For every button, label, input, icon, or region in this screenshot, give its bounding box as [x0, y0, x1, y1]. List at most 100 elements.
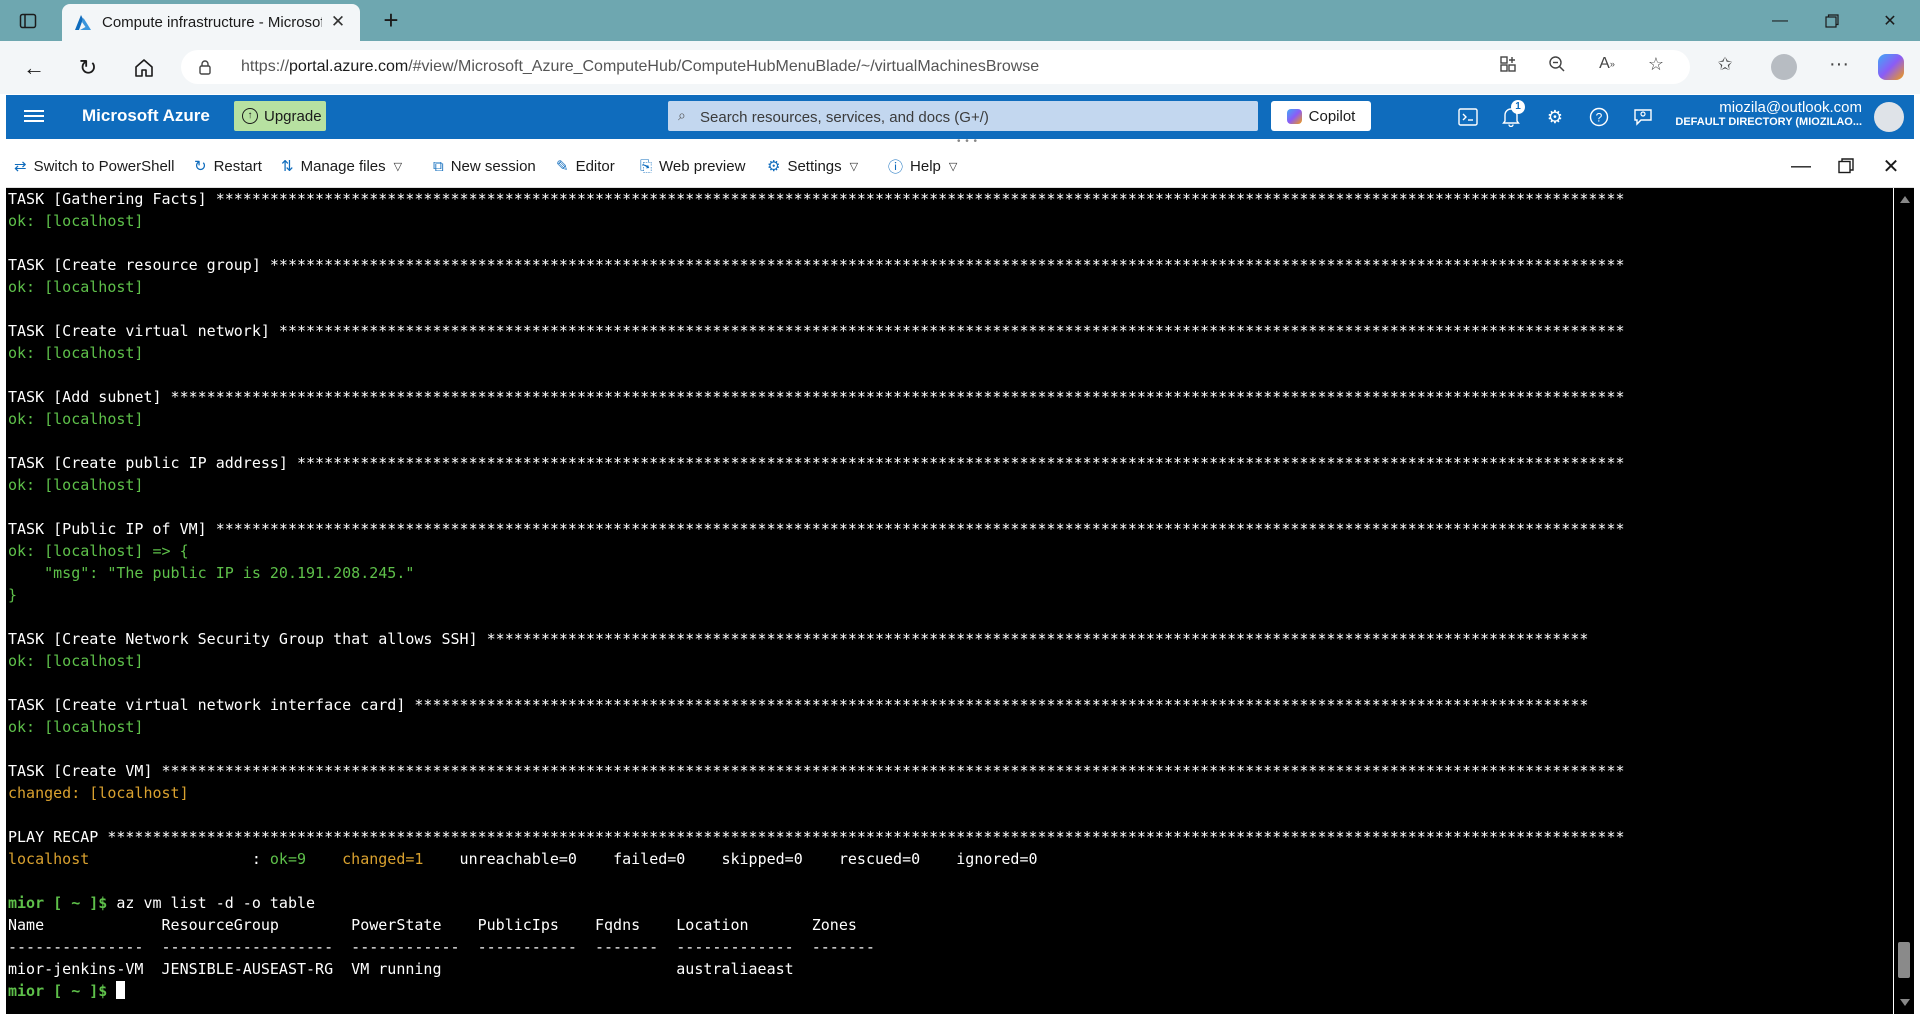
terminal-text: ok: [localhost] [8, 212, 144, 230]
terminal-text: TASK [Create virtual network interface c… [8, 696, 1589, 714]
minimize-window-icon[interactable]: — [1752, 0, 1808, 41]
favorites-icon[interactable]: ✩ [1711, 50, 1739, 78]
site-info-icon[interactable] [197, 59, 213, 80]
scroll-down-arrow-icon[interactable] [1900, 999, 1910, 1006]
account-info[interactable]: miozila@outlook.com DEFAULT DIRECTORY (M… [1675, 99, 1862, 128]
scroll-up-arrow-icon[interactable] [1900, 196, 1910, 203]
app-available-icon[interactable] [1494, 50, 1522, 78]
terminal-text: az vm list -d -o table [107, 894, 316, 912]
back-arrow-icon[interactable]: ← [18, 52, 50, 84]
terminal-text: TASK [Create resource group] ***********… [8, 256, 1625, 274]
global-search-input[interactable] [698, 101, 1252, 133]
feedback-icon[interactable] [1631, 105, 1655, 129]
terminal-line: ok: [localhost] [8, 650, 1892, 672]
help-button[interactable]: ⓘ Help ▽ [888, 155, 957, 177]
favorite-star-icon[interactable]: ☆ [1642, 50, 1670, 78]
new-tab-button[interactable]: + [376, 6, 406, 36]
switch-icon: ⇄ [14, 158, 27, 175]
new-session-label: New session [450, 157, 536, 175]
address-bar[interactable]: https://portal.azure.com/#view/Microsoft… [181, 50, 1690, 84]
terminal-line: TASK [Create VM] ***********************… [8, 760, 1892, 782]
tab-title: Compute infrastructure - Microsoft Azure [102, 14, 322, 31]
editor-button[interactable]: ✎ Editor [556, 155, 615, 177]
zoom-icon[interactable] [1543, 50, 1571, 78]
azure-portal-header: Microsoft Azure ↑ Upgrade ⌕ Copilot 1 ⚙ … [6, 95, 1914, 139]
terminal-text: unreachable=0 failed=0 skipped=0 rescued… [423, 850, 1038, 868]
terminal-line: TASK [Create virtual network interface c… [8, 694, 1892, 716]
terminal-text: TASK [Create virtual network] **********… [8, 322, 1625, 340]
terminal-line: ok: [localhost] [8, 342, 1892, 364]
terminal-text: mior-jenkins-VM JENSIBLE-AUSEAST-RG VM r… [8, 960, 794, 978]
terminal-scrollbar[interactable] [1894, 188, 1914, 1014]
search-icon: ⌕ [678, 107, 686, 123]
read-aloud-icon[interactable]: A» [1593, 50, 1621, 78]
terminal-text: TASK [Create public IP address] ********… [8, 454, 1625, 472]
restart-button[interactable]: ↻ Restart [194, 155, 262, 177]
upgrade-arrow-icon: ↑ [242, 108, 258, 124]
terminal-output[interactable]: TASK [Gathering Facts] *****************… [6, 188, 1893, 1014]
browser-tab-active[interactable]: Compute infrastructure - Microsoft Azure… [62, 4, 360, 41]
settings-button[interactable]: ⚙ Settings ▽ [767, 155, 858, 177]
terminal-text: ok: [localhost] [8, 652, 144, 670]
terminal-text: "msg": "The public IP is 20.191.208.245.… [8, 564, 415, 582]
terminal-line: ok: [localhost] [8, 716, 1892, 738]
terminal-cursor [116, 981, 126, 999]
terminal-text: ok: [localhost] [8, 476, 144, 494]
maximize-panel-icon[interactable] [1833, 153, 1859, 179]
chevron-down-icon: ▽ [393, 160, 403, 173]
terminal-line: TASK [Create virtual network] **********… [8, 320, 1892, 342]
scrollbar-thumb[interactable] [1898, 942, 1910, 978]
manage-files-label: Manage files [300, 157, 386, 175]
home-icon[interactable] [128, 52, 160, 84]
terminal-text: TASK [Create Network Security Group that… [8, 630, 1589, 648]
terminal-text: changed: [localhost] [8, 784, 189, 802]
terminal-text: ok: [localhost] [8, 410, 144, 428]
close-window-icon[interactable]: ✕ [1862, 0, 1918, 41]
close-panel-icon[interactable]: ✕ [1878, 153, 1904, 179]
manage-files-icon: ⇅ [281, 158, 294, 175]
terminal-text: } [8, 586, 18, 604]
terminal-line: changed: [localhost] [8, 782, 1892, 804]
copilot-button[interactable]: Copilot [1271, 101, 1371, 131]
close-tab-icon[interactable]: ✕ [328, 12, 348, 32]
address-bar-row: ← ↻ https://portal.azure.com/#view/Micro… [0, 41, 1920, 94]
cloud-shell-toolbar: ⇄ Switch to PowerShell ↻ Restart ⇅ Manag… [6, 145, 1914, 188]
upgrade-button[interactable]: ↑ Upgrade [234, 101, 326, 131]
azure-brand[interactable]: Microsoft Azure [82, 106, 210, 126]
new-session-button[interactable]: ⧉ New session [433, 155, 536, 177]
terminal-line: --------------- ------------------- ----… [8, 936, 1892, 958]
help-question-icon[interactable]: ? [1587, 105, 1611, 129]
terminal-text: TASK [Public IP of VM] *****************… [8, 520, 1625, 538]
restore-window-icon[interactable] [1804, 0, 1860, 41]
switch-to-powershell-button[interactable]: ⇄ Switch to PowerShell [14, 155, 174, 177]
tab-actions-icon[interactable] [16, 9, 40, 33]
cloud-shell-icon[interactable] [1456, 105, 1480, 129]
terminal-line: ok: [localhost] [8, 210, 1892, 232]
profile-avatar[interactable] [1771, 54, 1797, 80]
url-text: https://portal.azure.com/#view/Microsoft… [241, 58, 1039, 76]
refresh-icon[interactable]: ↻ [72, 52, 104, 84]
hamburger-menu-icon[interactable] [24, 107, 44, 127]
manage-files-button[interactable]: ⇅ Manage files ▽ [281, 155, 402, 177]
copilot-label: Copilot [1308, 107, 1356, 125]
settings-gear-icon[interactable]: ⚙ [1543, 105, 1567, 129]
help-label: Help [910, 157, 941, 175]
upgrade-label: Upgrade [264, 107, 322, 125]
browser-tab-strip: Compute infrastructure - Microsoft Azure… [0, 0, 1920, 41]
terminal-line: } [8, 584, 1892, 606]
account-avatar[interactable] [1874, 102, 1904, 132]
copilot-sidebar-icon[interactable] [1878, 54, 1904, 80]
minimize-panel-icon[interactable]: — [1788, 153, 1814, 179]
global-search[interactable]: ⌕ [668, 101, 1258, 133]
new-session-icon: ⧉ [433, 157, 444, 175]
terminal-line: Name ResourceGroup PowerState PublicIps … [8, 914, 1892, 936]
web-preview-button[interactable]: ⎘ Web preview [640, 155, 745, 177]
terminal-line: localhost : ok=9 changed=1 unreachable=0… [8, 848, 1892, 870]
url-path: /#view/Microsoft_Azure_ComputeHub/Comput… [408, 58, 1040, 75]
more-options-icon[interactable]: ··· [1825, 50, 1853, 78]
terminal-text: TASK [Gathering Facts] *****************… [8, 190, 1625, 208]
